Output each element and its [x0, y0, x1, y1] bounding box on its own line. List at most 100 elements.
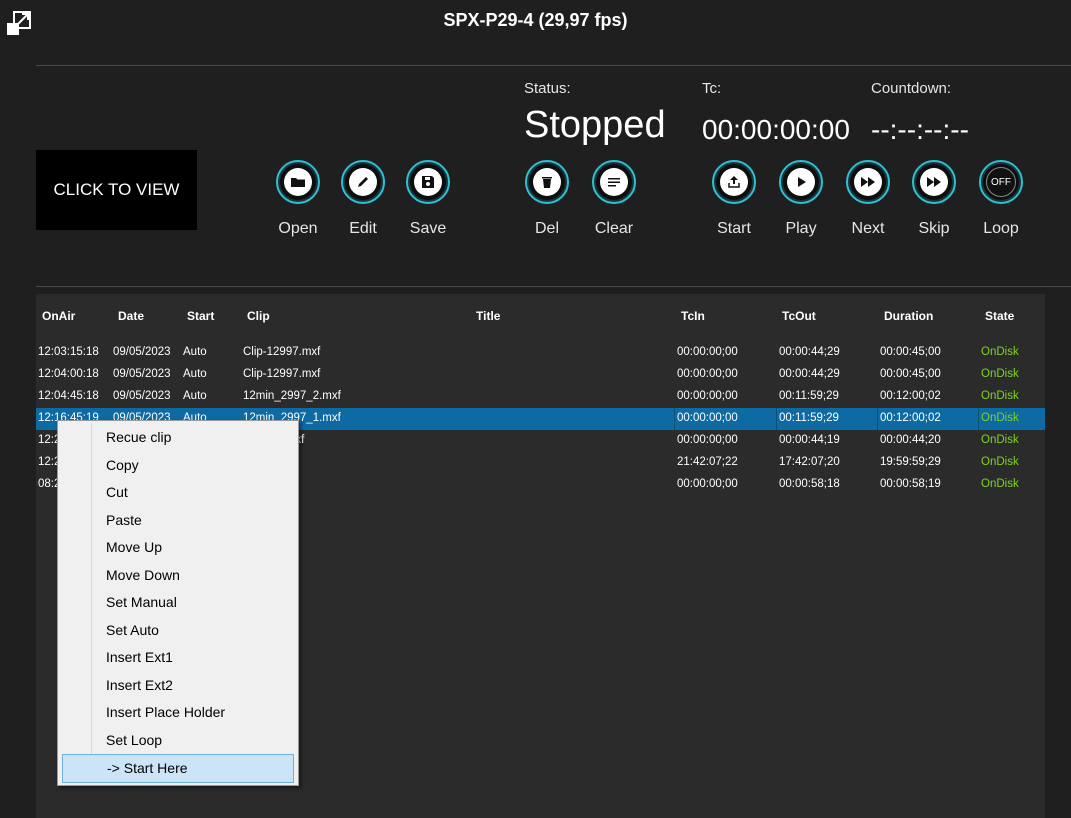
next-label: Next [851, 220, 885, 237]
cell-state: OnDisk [981, 412, 1019, 424]
menu-item-label: Set Manual [106, 594, 177, 610]
menu-item-label: Move Down [106, 566, 180, 583]
cell-tcout: 00:00:58;18 [779, 478, 840, 490]
cell-start: Auto [183, 390, 207, 402]
col-header-state[interactable]: State [985, 309, 1014, 323]
cell-duration: 00:12:00;02 [880, 412, 941, 424]
status-value: Stopped [524, 104, 666, 146]
col-header-duration[interactable]: Duration [884, 309, 933, 323]
menu-item[interactable]: Copy [62, 452, 292, 479]
play-label: Play [785, 220, 817, 237]
skip-icon [920, 168, 948, 196]
col-header-clip[interactable]: Clip [247, 309, 270, 323]
cell-start: Auto [183, 346, 207, 358]
play-button[interactable]: Play [766, 160, 836, 238]
edit-label: Edit [349, 220, 377, 237]
cell-tcin: 00:00:00;00 [677, 346, 738, 358]
cell-tcout: 00:00:44;19 [779, 434, 840, 446]
cell-tcin: 00:00:00;00 [677, 434, 738, 446]
col-header-start[interactable]: Start [187, 309, 214, 323]
cell-tcout: 00:11:59;29 [779, 390, 839, 402]
edit-button[interactable]: Edit [328, 160, 398, 238]
cell-tcin: 00:00:00;00 [677, 390, 738, 402]
menu-item[interactable]: Insert Ext2 [62, 672, 292, 699]
cell-onair: 12:04:00:18 [38, 368, 99, 380]
menu-item-label: Set Loop [106, 731, 163, 748]
cell-tcin: 21:42:07;22 [677, 456, 738, 468]
start-button[interactable]: Start [699, 160, 769, 238]
clear-button[interactable]: Clear [579, 160, 649, 238]
menu-item[interactable]: Insert Ext1 [62, 644, 292, 671]
menu-item[interactable]: Set Loop [62, 727, 292, 754]
cell-separator [776, 408, 777, 430]
table-row[interactable]: 12:04:45:18 09/05/2023 Auto 12min_2997_2.mx… [36, 386, 1045, 408]
cell-tcout: 17:42:07;20 [779, 456, 840, 468]
cell-start: Auto [183, 368, 207, 380]
cell-tcin: 00:00:00;00 [677, 368, 738, 380]
cell-clip: Clip-12997.mxf [243, 346, 321, 358]
cell-duration: 00:00:44;20 [880, 434, 941, 446]
context-menu: Recue clip Copy Cut Paste Move Up Move Down Se… [57, 420, 299, 786]
cell-date: 09/05/2023 [113, 368, 171, 380]
cell-separator [674, 408, 675, 430]
cell-duration: 19:59:59;29 [880, 456, 941, 468]
countdown-value: --:--:--:-- [871, 114, 969, 145]
menu-item-label: Insert Place Holder [106, 704, 226, 720]
table-row[interactable]: 12:03:15:18 09/05/2023 Auto Clip-12997.mxf 0… [36, 342, 1045, 364]
menu-item-label: -> Start Here [107, 760, 188, 776]
cell-separator [877, 408, 878, 430]
col-header-tcout[interactable]: TcOut [782, 309, 816, 323]
menu-item-label: Cut [106, 484, 128, 500]
menu-item[interactable]: -> Start Here [62, 754, 294, 783]
clear-list-icon [600, 168, 628, 196]
pencil-icon [349, 168, 377, 196]
cell-tcin: 00:00:00;00 [677, 478, 738, 490]
window-title: SPX-P29-4 (29,97 fps) [443, 10, 628, 30]
menu-item[interactable]: Paste [62, 507, 292, 534]
cell-onair: 12:03:15:18 [38, 346, 99, 358]
col-header-tcin[interactable]: TcIn [681, 309, 705, 323]
skip-label: Skip [918, 220, 950, 237]
loop-off-icon: OFF [986, 167, 1016, 197]
cell-state: OnDisk [981, 456, 1019, 468]
menu-item[interactable]: Set Manual [62, 589, 292, 616]
col-header-onair[interactable]: OnAir [42, 309, 75, 323]
cell-state: OnDisk [981, 346, 1019, 358]
floppy-icon [414, 168, 442, 196]
menu-item[interactable]: Move Down [62, 562, 292, 589]
cell-state: OnDisk [981, 390, 1019, 402]
clear-label: Clear [594, 220, 634, 237]
cell-duration: 00:12:00;02 [880, 390, 941, 402]
menu-item[interactable]: Set Auto [62, 617, 292, 644]
open-button[interactable]: Open [263, 160, 333, 238]
cell-tcout: 00:00:44;29 [779, 368, 840, 380]
loop-button[interactable]: OFF Loop [966, 160, 1036, 238]
cell-tcin: 00:00:00;00 [677, 412, 738, 424]
cell-duration: 00:00:45;00 [880, 368, 941, 380]
next-button[interactable]: Next [833, 160, 903, 238]
menu-item-label: Copy [106, 456, 139, 473]
cell-duration: 00:00:58;19 [880, 478, 941, 490]
col-header-date[interactable]: Date [118, 309, 144, 323]
col-header-title[interactable]: Title [476, 309, 500, 323]
skip-button[interactable]: Skip [899, 160, 969, 238]
top-divider [36, 65, 1071, 66]
preview-label: CLICK TO VIEW [53, 180, 180, 199]
cell-state: OnDisk [981, 434, 1019, 446]
menu-item[interactable]: Cut [62, 479, 292, 506]
status-label: Status: [524, 80, 571, 97]
save-button[interactable]: Save [393, 160, 463, 238]
preview-button[interactable]: CLICK TO VIEW [36, 150, 197, 230]
tc-label: Tc: [702, 80, 722, 97]
table-row[interactable]: 12:04:00:18 09/05/2023 Auto Clip-12997.mxf 0… [36, 364, 1045, 386]
del-button[interactable]: Del [512, 160, 582, 238]
menu-item-label: Paste [106, 511, 142, 528]
trash-icon [533, 168, 561, 196]
cell-onair: 12:04:45:18 [38, 390, 99, 402]
menu-item[interactable]: Move Up [62, 534, 292, 561]
loop-icon-text: OFF [991, 176, 1011, 188]
mid-divider [36, 286, 1071, 287]
cell-date: 09/05/2023 [113, 346, 171, 358]
menu-item[interactable]: Recue clip [62, 424, 292, 451]
menu-item[interactable]: Insert Place Holder [62, 699, 292, 726]
